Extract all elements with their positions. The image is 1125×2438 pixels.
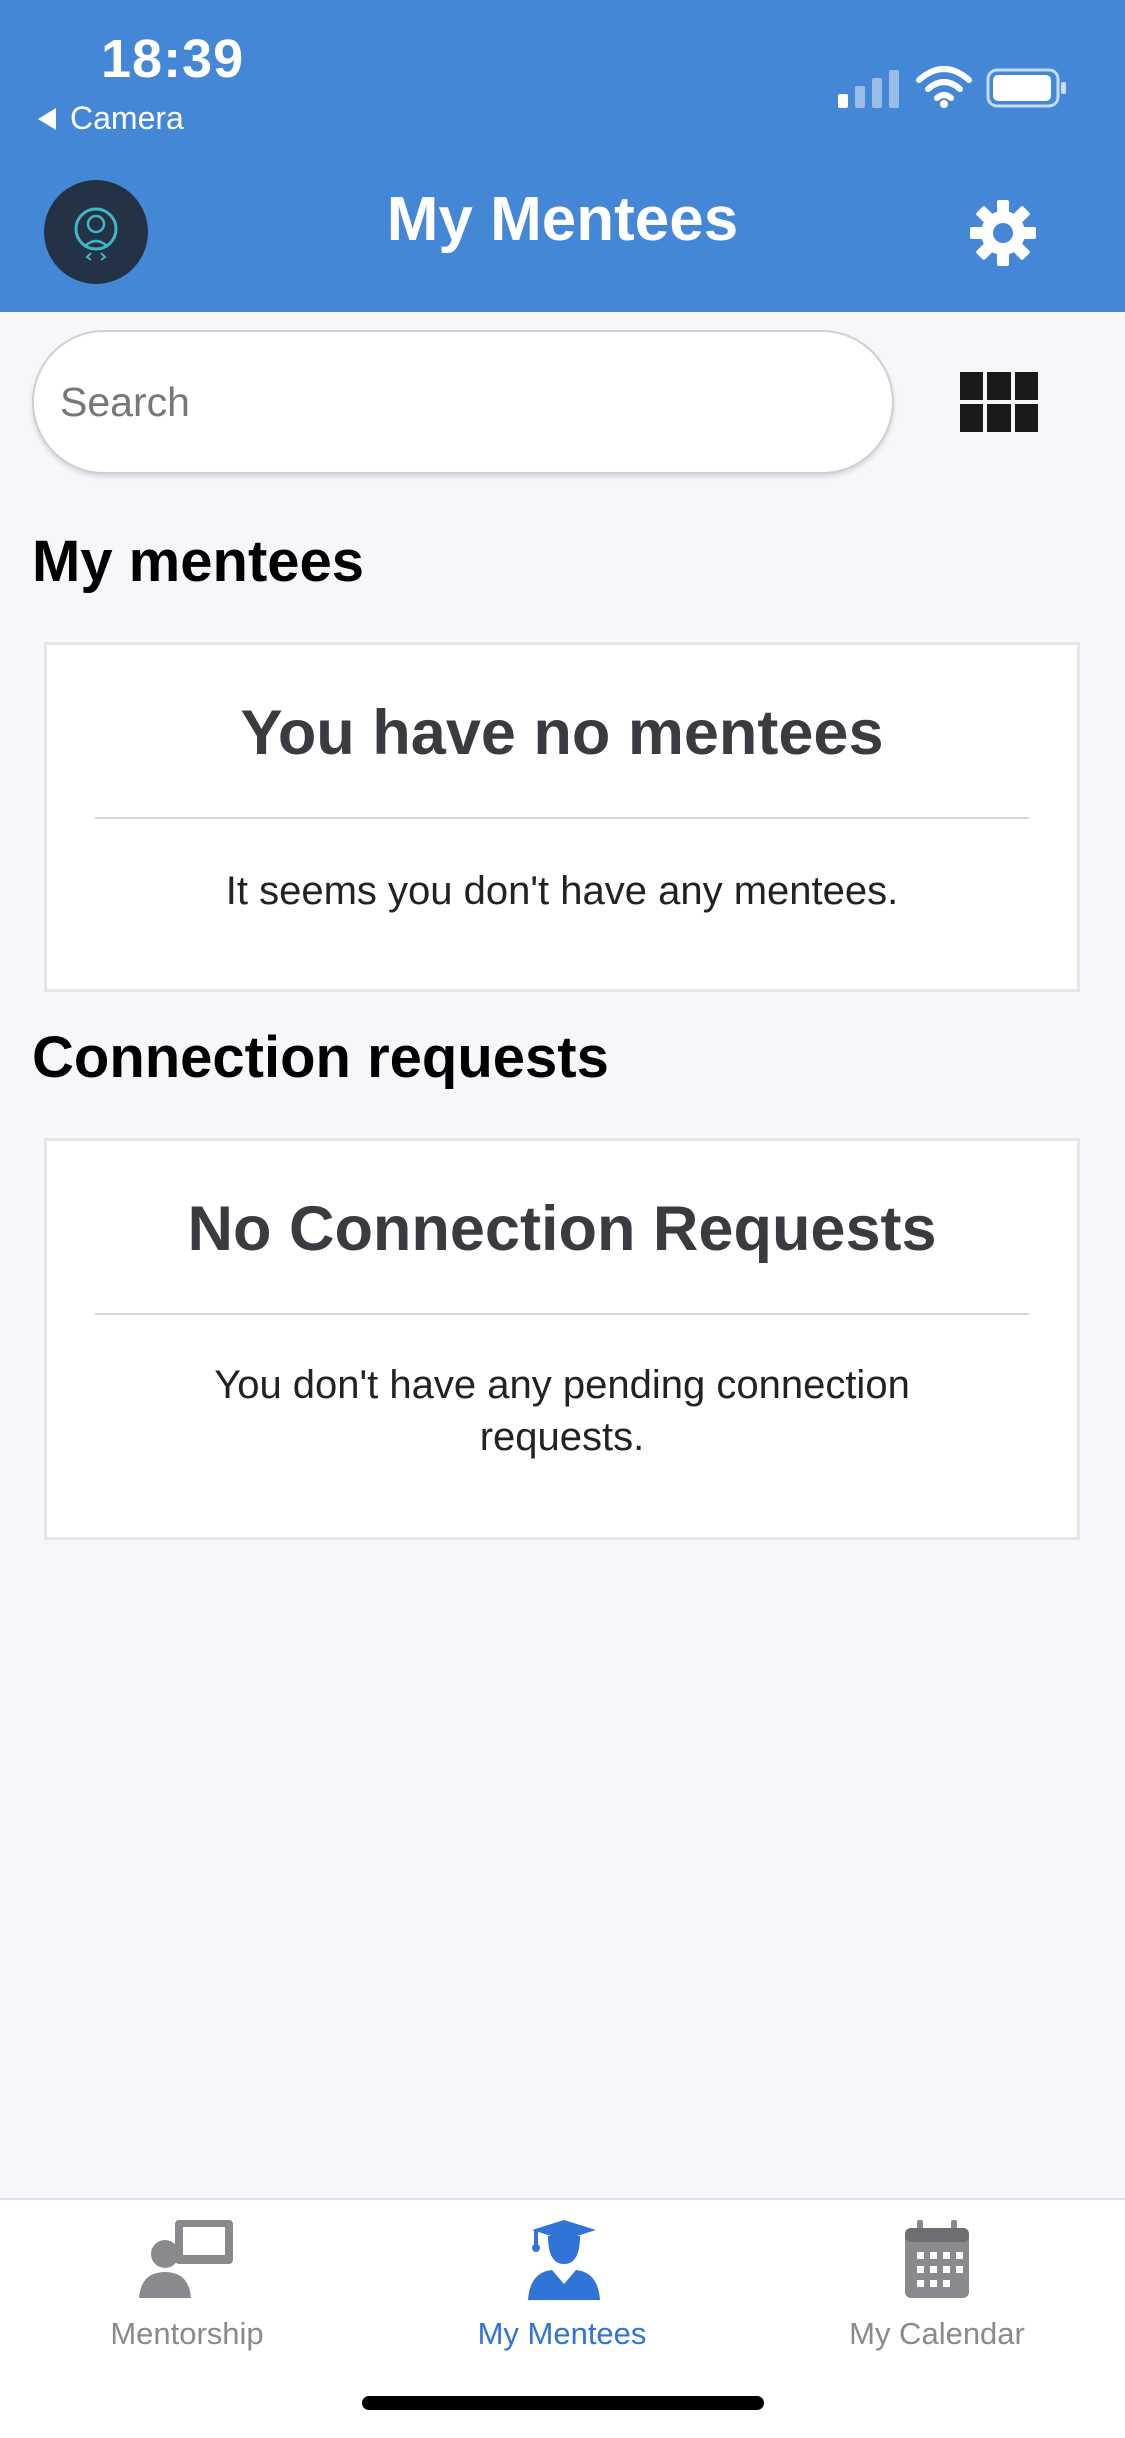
page-title: My Mentees <box>386 185 739 254</box>
back-label: Camera <box>70 100 184 136</box>
no-connection-requests-card: No Connection Requests You don't have an… <box>44 1138 1080 1540</box>
gear-icon[interactable] <box>968 198 1038 268</box>
section-heading-connection-requests: Connection requests <box>32 1025 609 1090</box>
status-time: 18:39 <box>101 29 245 89</box>
tab-my-calendar[interactable]: My Calendar <box>787 2218 1087 2368</box>
card-title: You have no mentees <box>240 698 884 768</box>
tab-label: My Calendar <box>849 2316 1025 2351</box>
search-input[interactable] <box>32 330 894 474</box>
grid-view-icon[interactable] <box>960 372 1038 432</box>
top-bar: 18:39 Camera My Mentees <box>0 0 1125 312</box>
cellular-signal-icon <box>838 70 899 108</box>
no-mentees-card: You have no mentees It seems you don't h… <box>44 642 1080 992</box>
card-text: You don't have any pending connection re… <box>214 1363 910 1459</box>
back-to-camera-link[interactable]: Camera <box>38 100 184 137</box>
calendar-icon <box>905 2220 969 2298</box>
back-arrow-icon <box>38 107 56 130</box>
graduate-icon <box>528 2220 600 2300</box>
tab-label: My Mentees <box>477 2316 647 2351</box>
tab-mentorship[interactable]: Mentorship <box>37 2218 337 2368</box>
divider <box>95 817 1029 819</box>
home-indicator[interactable] <box>362 2396 764 2410</box>
wifi-icon <box>916 66 972 108</box>
tab-my-mentees[interactable]: My Mentees <box>412 2218 712 2368</box>
battery-icon <box>986 68 1066 108</box>
card-title: No Connection Requests <box>187 1194 937 1264</box>
tab-label: Mentorship <box>110 2316 264 2351</box>
section-heading-mentees: My mentees <box>32 529 365 594</box>
card-text: It seems you don't have any mentees. <box>225 869 899 913</box>
mentorship-icon <box>139 2220 233 2298</box>
divider <box>95 1313 1029 1315</box>
